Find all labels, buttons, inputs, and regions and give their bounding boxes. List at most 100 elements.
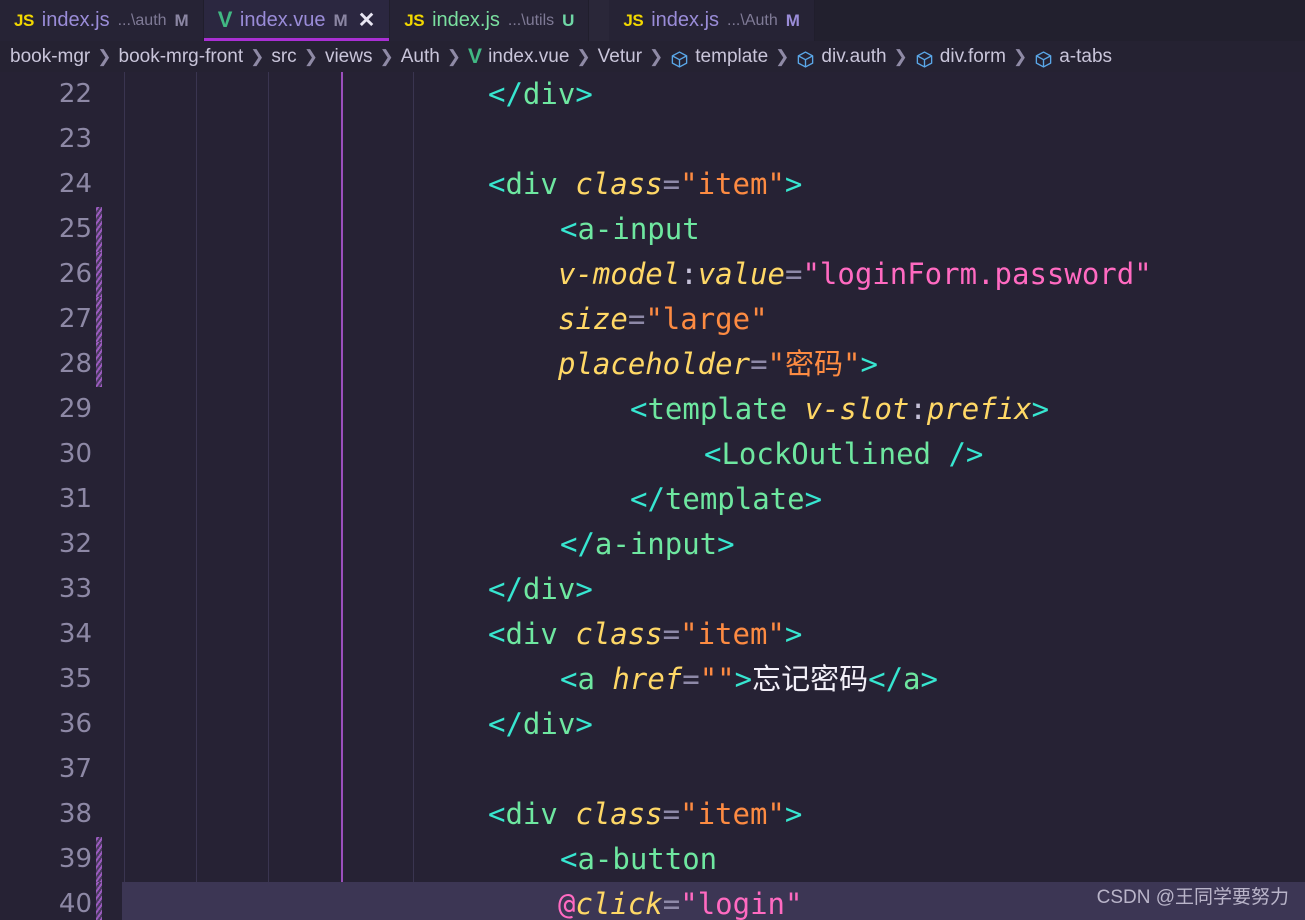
token: = xyxy=(662,617,681,651)
breadcrumb-item-div-auth[interactable]: div.auth xyxy=(796,45,887,68)
editor-tab-index-js-0[interactable]: JS index.js ...\auth M xyxy=(0,0,204,41)
editor-tab-index-js-2[interactable]: JS index.js ...\utils U xyxy=(390,0,590,41)
token: "item" xyxy=(680,797,785,831)
token: < xyxy=(560,662,578,696)
tab-git-status-badge: M xyxy=(174,10,189,30)
code-lines[interactable]: 22 </div> 23 24 <div class="item"> 25 <a-input… xyxy=(0,72,1305,920)
code-text: <a-button xyxy=(560,837,717,882)
tab-label: index.js xyxy=(432,9,500,31)
token: placeholder xyxy=(558,347,751,381)
breadcrumb-label: template xyxy=(695,45,769,67)
close-icon[interactable]: ✕ xyxy=(358,10,376,31)
line-number: 23 xyxy=(58,124,92,154)
breadcrumb-item-index-vue[interactable]: Vindex.vue xyxy=(468,46,569,68)
breadcrumb-item-a-tabs[interactable]: a-tabs xyxy=(1034,46,1112,68)
line-number: 25 xyxy=(58,214,92,244)
token: = xyxy=(662,887,681,920)
token: class xyxy=(575,797,663,831)
token: "item" xyxy=(680,167,785,201)
git-diff-marker[interactable] xyxy=(96,837,102,882)
code-line-24[interactable]: 24 <div class="item"> xyxy=(0,162,1305,207)
git-diff-marker[interactable] xyxy=(96,882,102,920)
token: : xyxy=(909,392,927,426)
cube-symbol-icon xyxy=(915,50,934,69)
git-diff-marker[interactable] xyxy=(96,252,102,297)
js-file-icon: JS xyxy=(404,10,425,30)
code-line-26[interactable]: 26 v-model:value="loginForm.password" xyxy=(0,252,1305,297)
token: @ xyxy=(558,887,576,920)
breadcrumb-separator-icon: ❯ xyxy=(379,46,394,66)
cube-symbol-icon xyxy=(1034,50,1053,69)
breadcrumb-item-views[interactable]: views xyxy=(325,46,373,68)
breadcrumb-item-Auth[interactable]: Auth xyxy=(401,46,440,68)
code-line-39[interactable]: 39 <a-button xyxy=(0,837,1305,882)
code-text: <div class="item"> xyxy=(488,612,802,657)
code-line-38[interactable]: 38 <div class="item"> xyxy=(0,792,1305,837)
token: div xyxy=(522,572,576,606)
breadcrumb-item-src[interactable]: src xyxy=(271,46,296,68)
git-diff-marker[interactable] xyxy=(96,342,102,387)
token: < xyxy=(560,842,578,876)
token: href xyxy=(612,662,683,696)
token: a xyxy=(903,662,921,696)
code-line-28[interactable]: 28 placeholder="密码"> xyxy=(0,342,1305,387)
line-number: 37 xyxy=(58,754,92,784)
breadcrumb-item-template[interactable]: template xyxy=(670,46,768,68)
editor-tab-bar: JS index.js ...\auth M Vindex.vue M ✕ JS index.j… xyxy=(0,0,1305,41)
code-text: <div class="item"> xyxy=(488,792,802,837)
editor-tab-index-js-3[interactable]: JS index.js ...\Auth M xyxy=(609,0,815,41)
tab-list: JS index.js ...\auth M Vindex.vue M ✕ JS index.j… xyxy=(0,0,815,41)
code-line-33[interactable]: 33 </div> xyxy=(0,567,1305,612)
git-diff-marker[interactable] xyxy=(96,207,102,252)
code-editor[interactable]: 22 </div> 23 24 <div class="item"> 25 <a-input… xyxy=(0,72,1305,920)
token: > xyxy=(804,482,823,516)
breadcrumb-item-Vetur[interactable]: Vetur xyxy=(598,46,642,68)
vue-file-icon: V xyxy=(468,45,483,68)
breadcrumb-item-book-mgr[interactable]: book-mgr xyxy=(10,46,90,68)
token: value xyxy=(697,257,785,291)
tab-label: index.vue xyxy=(239,9,326,31)
token: template xyxy=(647,392,788,426)
breadcrumb-label: views xyxy=(324,45,373,67)
token: < xyxy=(704,437,722,471)
breadcrumb-separator-icon: ❯ xyxy=(576,46,591,66)
tab-git-status-badge: M xyxy=(785,10,800,30)
vscode-window: JS index.js ...\auth M Vindex.vue M ✕ JS index.j… xyxy=(0,0,1305,920)
code-text: size="large" xyxy=(558,297,768,342)
js-file-icon: JS xyxy=(623,10,644,30)
editor-tab-index-vue-1[interactable]: Vindex.vue M ✕ xyxy=(203,0,391,41)
line-number: 34 xyxy=(58,619,92,649)
token: "" xyxy=(699,662,735,696)
git-diff-marker[interactable] xyxy=(96,297,102,342)
code-line-29[interactable]: 29 <template v-slot:prefix> xyxy=(0,387,1305,432)
code-text: <LockOutlined /> xyxy=(704,432,983,477)
code-line-32[interactable]: 32 </a-input> xyxy=(0,522,1305,567)
code-text: <div class="item"> xyxy=(488,162,802,207)
token: "loginForm.password" xyxy=(802,257,1152,291)
breadcrumb-item-div-form[interactable]: div.form xyxy=(915,46,1006,68)
code-line-30[interactable]: 30 <LockOutlined /> xyxy=(0,432,1305,477)
line-number: 35 xyxy=(58,664,92,694)
breadcrumb-separator-icon: ❯ xyxy=(303,46,318,66)
token: = xyxy=(750,347,768,381)
code-line-36[interactable]: 36 </div> xyxy=(0,702,1305,747)
code-line-23[interactable]: 23 xyxy=(0,117,1305,162)
breadcrumb-separator-icon: ❯ xyxy=(250,46,265,66)
code-line-25[interactable]: 25 <a-input xyxy=(0,207,1305,252)
code-text: <template v-slot:prefix> xyxy=(630,387,1049,432)
token: a xyxy=(577,662,595,696)
code-line-34[interactable]: 34 <div class="item"> xyxy=(0,612,1305,657)
breadcrumb-label: div.auth xyxy=(821,45,887,67)
code-line-27[interactable]: 27 size="large" xyxy=(0,297,1305,342)
line-number: 38 xyxy=(58,799,92,829)
token: < xyxy=(488,617,506,651)
code-line-35[interactable]: 35 <a href="">忘记密码</a> xyxy=(0,657,1305,702)
code-line-22[interactable]: 22 </div> xyxy=(0,72,1305,117)
token: = xyxy=(627,302,646,336)
code-line-31[interactable]: 31 </template> xyxy=(0,477,1305,522)
breadcrumb-item-book-mrg-front[interactable]: book-mrg-front xyxy=(119,46,244,68)
code-line-37[interactable]: 37 xyxy=(0,747,1305,792)
breadcrumb[interactable]: book-mgr ❯ book-mrg-front ❯ src ❯ views ❯ Auth ❯ V… xyxy=(0,41,1305,72)
